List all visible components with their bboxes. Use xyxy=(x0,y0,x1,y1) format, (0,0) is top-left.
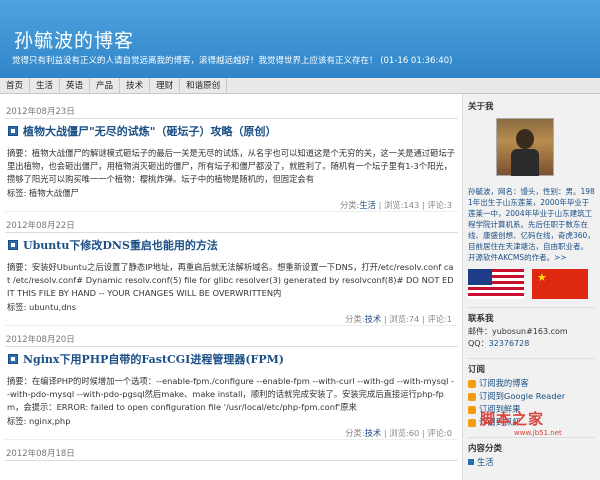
post-icon xyxy=(8,354,18,364)
about-title: 关于我 xyxy=(468,102,494,112)
email-label: 邮件： xyxy=(468,327,492,336)
post-date: 2012年08月20日 xyxy=(6,335,75,345)
email-value: yubosun#163.com xyxy=(492,327,568,336)
rss-icon xyxy=(468,405,476,414)
post-tags[interactable]: 标签: ubuntu,dns xyxy=(5,300,458,312)
nav-item-tech[interactable]: 技术 xyxy=(120,78,151,93)
site-watermark: 脚本之家 www.jb51.net xyxy=(480,408,590,448)
us-flag-icon[interactable] xyxy=(468,269,524,299)
main-nav: 首页 生活 英语 产品 技术 理财 和谐原创 xyxy=(0,78,600,94)
post-meta: 分类:技术 | 浏览:74 | 评论:1 xyxy=(5,312,458,326)
post-item: 2012年08月23日 植物大战僵尸"无尽的试炼"（砸坛子）攻略（原创） 摘要：… xyxy=(5,106,458,212)
post-list: 2012年08月23日 植物大战僵尸"无尽的试炼"（砸坛子）攻略（原创） 摘要：… xyxy=(0,94,462,480)
contact-section: 联系我 邮件：yubosun#163.com QQ：32376728 xyxy=(468,307,595,350)
watermark-text: 脚本之家 xyxy=(480,410,545,428)
post-item: 2012年08月18日 xyxy=(5,448,458,461)
post-tags[interactable]: 标签: nginx,php xyxy=(5,414,458,426)
post-title[interactable]: Ubuntu下修改DNS重启也能用的方法 xyxy=(23,237,218,253)
nav-item-life[interactable]: 生活 xyxy=(30,78,61,93)
subscribe-label: 订阅到Google Reader xyxy=(479,391,566,401)
email-line: 邮件：yubosun#163.com xyxy=(468,326,595,338)
site-title[interactable]: 孙毓波的博客 xyxy=(14,26,134,53)
avatar xyxy=(496,118,554,176)
nav-item-finance[interactable]: 理财 xyxy=(150,78,181,93)
contact-title: 联系我 xyxy=(468,314,494,324)
subscribe-item[interactable]: 订阅到Google Reader xyxy=(468,390,595,403)
post-date: 2012年08月18日 xyxy=(6,449,75,459)
post-date: 2012年08月23日 xyxy=(6,107,75,117)
site-motto: 觉得只有利益没有正义的人请自觉远离我的博客，滚得越远越好！我觉得世界上应该有正义… xyxy=(12,56,453,66)
post-meta: 分类:技术 | 浏览:60 | 评论:0 xyxy=(5,426,458,440)
post-icon xyxy=(8,126,18,136)
post-summary: 摘要：安装好Ubuntu之后设置了静态IP地址，再重启后就无法解析域名。想重新设… xyxy=(7,262,454,298)
post-category-link[interactable]: 技术 xyxy=(365,428,382,438)
post-meta: 分类:生活 | 浏览:143 | 评论:3 xyxy=(5,198,458,212)
post-category-link[interactable]: 技术 xyxy=(365,314,382,324)
watermark-url: www.jb51.net xyxy=(514,429,562,437)
post-summary: 摘要：植物大战僵尸的解谜模式砸坛子的最后一关是无尽的试炼，从名字也可以知道这是个… xyxy=(7,148,456,184)
flags xyxy=(468,269,595,299)
cn-flag-icon[interactable] xyxy=(532,269,588,299)
post-category-label: 分类: xyxy=(345,428,365,438)
nav-item-product[interactable]: 产品 xyxy=(90,78,121,93)
post-item: 2012年08月20日 Nginx下用PHP自带的FastCGI进程管理器(FP… xyxy=(5,334,458,440)
post-date: 2012年08月22日 xyxy=(6,221,75,231)
post-category-label: 分类: xyxy=(339,200,360,210)
subscribe-item[interactable]: 订阅我的博客 xyxy=(468,377,595,390)
category-label: 生活 xyxy=(477,457,494,467)
subscribe-label: 订阅我的博客 xyxy=(479,378,529,388)
post-title[interactable]: Nginx下用PHP自带的FastCGI进程管理器(FPM) xyxy=(23,351,284,367)
post-summary: 摘要：在编译PHP的时候增加一个选项：--enable-fpm./configu… xyxy=(7,376,455,412)
post-stats: | 浏览:74 | 评论:1 xyxy=(383,314,452,324)
subscribe-title: 订阅 xyxy=(468,365,486,375)
qq-value[interactable]: 32376728 xyxy=(489,339,530,348)
rss-icon xyxy=(468,379,476,388)
rss-icon xyxy=(468,418,476,427)
qq-line: QQ：32376728 xyxy=(468,338,595,350)
post-title[interactable]: 植物大战僵尸"无尽的试炼"（砸坛子）攻略（原创） xyxy=(23,123,276,139)
post-tags[interactable]: 标签: 植物大战僵尸 xyxy=(5,186,458,198)
post-item: 2012年08月22日 Ubuntu下修改DNS重启也能用的方法 摘要：安装好U… xyxy=(5,220,458,326)
rss-icon xyxy=(468,392,476,401)
category-item[interactable]: 生活 xyxy=(468,456,595,468)
nav-item-english[interactable]: 英语 xyxy=(60,78,91,93)
post-category-link[interactable]: 生活 xyxy=(359,200,376,210)
post-stats: | 浏览:60 | 评论:0 xyxy=(383,428,452,438)
nav-item-home[interactable]: 首页 xyxy=(0,78,31,93)
post-category-label: 分类: xyxy=(345,314,365,324)
nav-item-original[interactable]: 和谐原创 xyxy=(180,78,228,93)
post-icon xyxy=(8,240,18,250)
qq-label: QQ： xyxy=(468,339,489,348)
blog-header: 孙毓波的博客 觉得只有利益没有正义的人请自觉远离我的博客，滚得越远越好！我觉得世… xyxy=(0,0,600,78)
about-text: 孙毓波，网名：馒头，性别：男。1981年出生于山东莲莱，2000年毕业于莲莱一中… xyxy=(468,187,595,262)
category-icon xyxy=(468,459,474,465)
post-stats: | 浏览:143 | 评论:3 xyxy=(378,200,452,210)
